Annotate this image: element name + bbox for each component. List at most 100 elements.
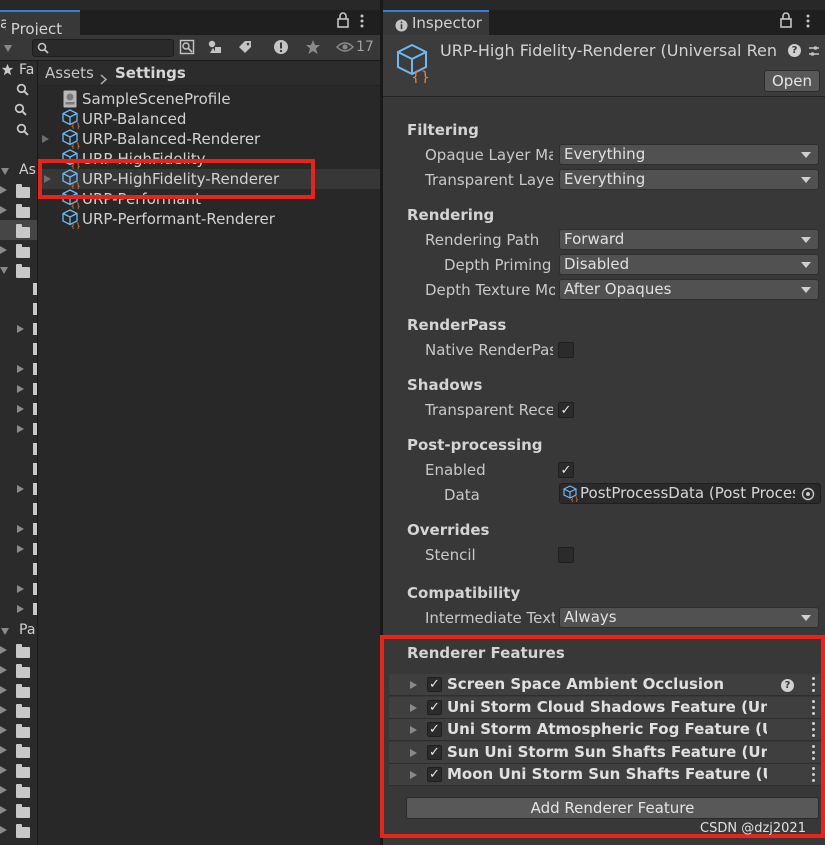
search-icon	[37, 42, 49, 58]
object-field-value: PostProcessData (Post Proces	[580, 484, 795, 502]
search-icon[interactable]	[14, 103, 27, 120]
tab-project[interactable]: ą Project	[0, 10, 80, 38]
folder-icon	[16, 684, 30, 698]
tree-expand-icon[interactable]	[17, 365, 24, 373]
tree-packages-label[interactable]: Pa	[19, 622, 35, 638]
tab-inspector[interactable]: Inspector	[383, 10, 489, 35]
dropdown-value: After Opaques	[564, 280, 672, 298]
favorite-star-icon[interactable]	[302, 39, 324, 57]
chevron-down-icon	[801, 237, 811, 243]
folder-icon	[16, 704, 30, 718]
tree-expand-icon[interactable]	[0, 826, 7, 834]
tree-expand-icon[interactable]	[17, 525, 24, 533]
tree-expand-icon[interactable]	[0, 806, 7, 814]
doc-icon	[33, 523, 37, 535]
tree-expand-icon[interactable]	[0, 726, 7, 734]
tree-expand-icon[interactable]	[0, 646, 7, 654]
highlight-box-selected-asset	[38, 159, 315, 199]
log-types-icon[interactable]	[270, 39, 292, 57]
asset-row-urp-balanced-renderer[interactable]: {} URP-Balanced-Renderer	[38, 129, 380, 151]
post-processing-data-field[interactable]: {} PostProcessData (Post Proces	[559, 483, 821, 504]
tree-expand-icon[interactable]	[17, 485, 24, 493]
asset-row-urp-balanced[interactable]: {} URP-Balanced	[38, 109, 380, 131]
opaque-layer-mask-dropdown[interactable]: Everything	[559, 144, 819, 165]
tree-expand-icon[interactable]	[0, 746, 7, 754]
tree-expand-icon[interactable]	[0, 206, 7, 214]
tree-assets-label[interactable]: As	[19, 162, 36, 178]
tree-expand-icon[interactable]	[17, 605, 24, 613]
search-icon[interactable]	[16, 83, 29, 100]
doc-icon	[33, 403, 37, 415]
rendering-path-label: Rendering Path	[425, 231, 540, 249]
folder-icon	[16, 664, 30, 678]
doc-icon	[33, 603, 37, 615]
post-processing-data-label: Data	[444, 486, 480, 504]
kebab-menu-icon[interactable]	[360, 13, 364, 33]
chevron-down-icon	[801, 177, 811, 183]
tree-expand-icon[interactable]	[0, 666, 7, 674]
stencil-checkbox[interactable]	[558, 547, 574, 563]
breadcrumb-root[interactable]: Assets	[45, 61, 94, 85]
object-picker-icon[interactable]	[801, 487, 815, 503]
doc-icon	[33, 363, 37, 375]
transparent-layer-mask-dropdown[interactable]: Everything	[559, 169, 819, 190]
highlight-box-renderer-features	[380, 635, 825, 838]
kebab-menu-icon[interactable]	[806, 13, 810, 33]
hidden-packages-icon[interactable]	[335, 41, 355, 57]
depth-priming-label: Depth Priming M	[444, 256, 557, 274]
chevron-down-icon	[801, 152, 811, 158]
search-icon[interactable]	[16, 123, 29, 140]
help-icon[interactable]: ?	[788, 44, 801, 57]
inspector-header: {} URP-High Fidelity-Renderer (Universal…	[383, 35, 825, 97]
doc-icon	[33, 483, 37, 495]
lock-icon[interactable]	[779, 12, 793, 32]
folder-icon	[16, 184, 30, 198]
tree-expand-icon[interactable]	[17, 545, 24, 553]
tree-favorites-label[interactable]: Fa	[19, 62, 34, 78]
depth-priming-dropdown[interactable]: Disabled	[559, 254, 819, 275]
transparent-receive-shadows-checkbox[interactable]: ✓	[558, 402, 574, 418]
tree-expand-icon[interactable]	[0, 786, 7, 794]
urp-asset-icon: {}	[61, 109, 81, 131]
tree-expand-icon[interactable]	[17, 325, 24, 333]
breadcrumb-current[interactable]: Settings	[115, 61, 186, 85]
tree-expand-icon[interactable]	[0, 766, 7, 774]
tree-collapse-icon[interactable]	[0, 267, 8, 274]
tree-expand-icon[interactable]	[0, 246, 7, 254]
tree-expand-icon[interactable]	[17, 585, 24, 593]
lock-icon[interactable]	[336, 12, 350, 32]
tree-expand-icon[interactable]	[17, 385, 24, 393]
post-processing-enabled-checkbox[interactable]: ✓	[558, 462, 574, 478]
asset-row-sample-scene-profile[interactable]: SampleSceneProfile	[38, 89, 380, 109]
intermediate-texture-dropdown[interactable]: Always	[559, 607, 819, 628]
tree-expand-icon[interactable]	[0, 706, 7, 714]
expand-arrow-icon[interactable]	[42, 135, 49, 143]
assets-expand-icon[interactable]	[1, 168, 9, 175]
tab-prefix: ą	[0, 14, 6, 32]
tree-expand-icon[interactable]	[0, 686, 7, 694]
settings-icon[interactable]	[808, 44, 820, 62]
filter-by-type-icon[interactable]	[204, 39, 226, 57]
doc-icon	[33, 543, 37, 555]
open-folder-icon	[16, 264, 30, 278]
tree-expand-icon[interactable]	[0, 186, 7, 194]
search-input[interactable]	[32, 39, 174, 57]
folder-icon	[16, 784, 30, 798]
doc-icon	[33, 503, 37, 515]
create-dropdown-icon[interactable]	[4, 45, 12, 52]
asset-row-urp-performant-renderer[interactable]: {} URP-Performant-Renderer	[38, 209, 380, 231]
folder-tree: Fa As Pa	[0, 61, 38, 845]
packages-expand-icon[interactable]	[1, 628, 9, 635]
intermediate-texture-label: Intermediate Textu	[425, 609, 555, 627]
section-filtering: Filtering	[407, 121, 479, 139]
tree-expand-icon[interactable]	[17, 405, 24, 413]
search-by-type-icon[interactable]	[176, 39, 198, 57]
tree-expand-icon[interactable]	[17, 425, 24, 433]
filter-by-label-icon[interactable]	[234, 39, 256, 57]
depth-texture-mode-dropdown[interactable]: After Opaques	[559, 279, 819, 300]
open-button[interactable]: Open	[764, 70, 820, 92]
project-toolbar: 17	[0, 35, 380, 61]
native-renderpass-checkbox[interactable]	[558, 342, 574, 358]
rendering-path-dropdown[interactable]: Forward	[559, 229, 819, 250]
chevron-down-icon	[801, 262, 811, 268]
